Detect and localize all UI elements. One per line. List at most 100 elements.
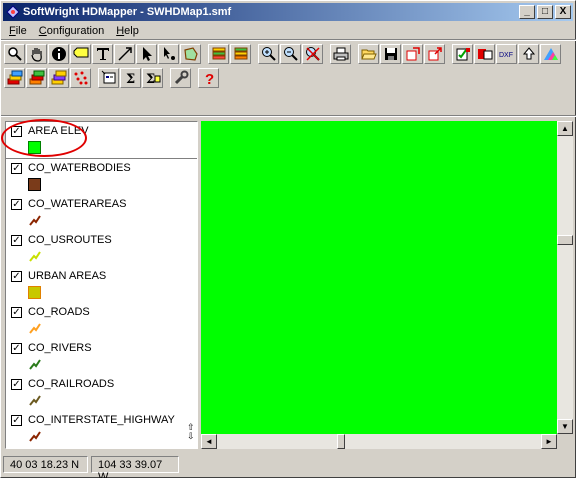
sum-select-icon: Σ	[146, 72, 160, 86]
help-icon: ?	[205, 71, 214, 86]
help-button[interactable]: ?	[198, 68, 219, 88]
layer-checkbox[interactable]: ✓	[11, 415, 22, 426]
layer-label: CO_USROUTES	[28, 234, 112, 246]
polygon-button[interactable]	[180, 44, 201, 64]
node-select-button[interactable]	[158, 44, 179, 64]
svg-text:DXF: DXF	[499, 52, 513, 59]
layer-hatch-icon	[51, 70, 66, 85]
tool-button[interactable]	[170, 68, 191, 88]
open-button[interactable]	[358, 44, 379, 64]
svg-text:Σ: Σ	[126, 72, 135, 86]
layer-fill-swatch	[28, 178, 41, 191]
menu-configuration[interactable]: Configuration	[33, 25, 110, 37]
layer-item[interactable]: ✓ CO_INTERSTATE_HIGHWAY	[6, 411, 186, 447]
app-icon	[6, 5, 20, 19]
layer-label: CO_WATERAREAS	[28, 198, 127, 210]
layer-checkbox[interactable]: ✓	[11, 343, 22, 354]
select-button[interactable]	[136, 44, 157, 64]
dxf-button[interactable]: DXF	[496, 44, 517, 64]
caption-buttons: _ □ X	[517, 5, 571, 19]
layer-item[interactable]: ✓ CO_WATERAREAS	[6, 195, 186, 231]
layers-remove-icon	[234, 47, 247, 60]
layer-hatch-button[interactable]	[48, 68, 69, 88]
import-button[interactable]	[474, 44, 495, 64]
pan-button[interactable]	[26, 44, 47, 64]
layer-item[interactable]: ✓ CO_ROADS	[6, 303, 186, 339]
layer-checkbox[interactable]: ✓	[11, 271, 22, 282]
layer-item[interactable]: ✓ CO_USROUTES	[6, 231, 186, 267]
zoom-out-button[interactable]	[280, 44, 301, 64]
sum-select-button[interactable]: Σ	[142, 68, 163, 88]
layer-checkbox[interactable]: ✓	[11, 307, 22, 318]
edit-properties-button[interactable]	[452, 44, 473, 64]
label-button[interactable]	[70, 44, 91, 64]
vertical-scrollbar[interactable]: ▲ ▼	[557, 121, 573, 449]
menu-file[interactable]: File	[3, 25, 33, 37]
toolbar-separator	[1, 115, 576, 117]
menu-help[interactable]: Help	[110, 25, 145, 37]
zoom-full-button[interactable]	[302, 44, 323, 64]
vertical-scroll-thumb[interactable]	[557, 235, 573, 245]
export-button[interactable]	[402, 44, 423, 64]
layer-item[interactable]: ✓ CO_WATERBODIES	[6, 159, 186, 195]
download-button[interactable]	[518, 44, 539, 64]
text-tool-icon	[96, 48, 109, 60]
scroll-left-button[interactable]: ◄	[201, 434, 217, 449]
maximize-button[interactable]: □	[537, 5, 553, 19]
save-icon	[384, 48, 397, 60]
close-button[interactable]: X	[555, 5, 571, 19]
layer-line-symbol-icon	[29, 323, 41, 334]
zoom-in-icon	[261, 47, 276, 61]
color-map-button[interactable]	[540, 44, 561, 64]
text-button[interactable]	[92, 44, 113, 64]
legend-button[interactable]	[98, 68, 119, 88]
points-icon	[74, 71, 87, 85]
print-button[interactable]	[330, 44, 351, 64]
minimize-button[interactable]: _	[519, 5, 535, 19]
layer-checkbox[interactable]: ✓	[11, 379, 22, 390]
layer-item[interactable]: ✓ CO_RIVERS	[6, 339, 186, 375]
toolbar-row-1: DXF	[4, 43, 562, 65]
edit-properties-icon	[456, 48, 470, 61]
import-icon	[477, 49, 492, 60]
map-canvas[interactable]	[201, 121, 557, 434]
horizontal-scrollbar[interactable]: ◄ ►	[201, 434, 557, 449]
layer-color-icon	[29, 70, 44, 85]
annotation-ellipse	[1, 119, 87, 157]
scroll-up-button[interactable]: ▲	[557, 121, 573, 136]
layers-add-button[interactable]	[208, 44, 229, 64]
line-button[interactable]	[114, 44, 135, 64]
export-out-button[interactable]	[424, 44, 445, 64]
horizontal-scroll-thumb[interactable]	[337, 434, 345, 449]
layer-checkbox[interactable]: ✓	[11, 235, 22, 246]
svg-text:Σ: Σ	[146, 72, 155, 86]
points-button[interactable]	[70, 68, 91, 88]
dxf-icon: DXF	[499, 52, 513, 59]
pan-hand-icon	[30, 48, 42, 62]
toolbar-row-2: Σ Σ ?	[4, 67, 220, 89]
layer-item[interactable]: ✓ URBAN AREAS	[6, 267, 186, 303]
layer-checkbox[interactable]: ✓	[11, 199, 22, 210]
status-latitude: 40 03 18.23 N	[3, 456, 88, 473]
layer-line-symbol-icon	[29, 251, 41, 262]
export-out-icon	[428, 47, 442, 61]
title-bar[interactable]: SoftWright HDMapper - SWHDMap1.smf _ □ X	[3, 3, 573, 21]
layer-move-down-icon[interactable]: ⇩	[187, 432, 195, 441]
layer-item[interactable]: ✓ CO_RAILROADS	[6, 375, 186, 411]
window-title: SoftWright HDMapper - SWHDMap1.smf	[23, 6, 232, 18]
layer-shade-button[interactable]	[4, 68, 25, 88]
info-button[interactable]	[48, 44, 69, 64]
layers-remove-button[interactable]	[230, 44, 251, 64]
layer-checkbox[interactable]: ✓	[11, 163, 22, 174]
scroll-down-button[interactable]: ▼	[557, 419, 573, 434]
layer-list-panel: ✓ AREA ELEV ✓ CO_WATERBODIES ✓ CO_WATERA…	[5, 121, 198, 449]
scroll-right-button[interactable]: ►	[541, 434, 557, 449]
print-icon	[333, 47, 348, 61]
sum-button[interactable]: Σ	[120, 68, 141, 88]
layer-line-symbol-icon	[29, 395, 41, 406]
layer-color-button[interactable]	[26, 68, 47, 88]
layer-line-symbol-icon	[29, 215, 41, 226]
save-button[interactable]	[380, 44, 401, 64]
zoom-in-button[interactable]	[258, 44, 279, 64]
zoom-button[interactable]	[4, 44, 25, 64]
